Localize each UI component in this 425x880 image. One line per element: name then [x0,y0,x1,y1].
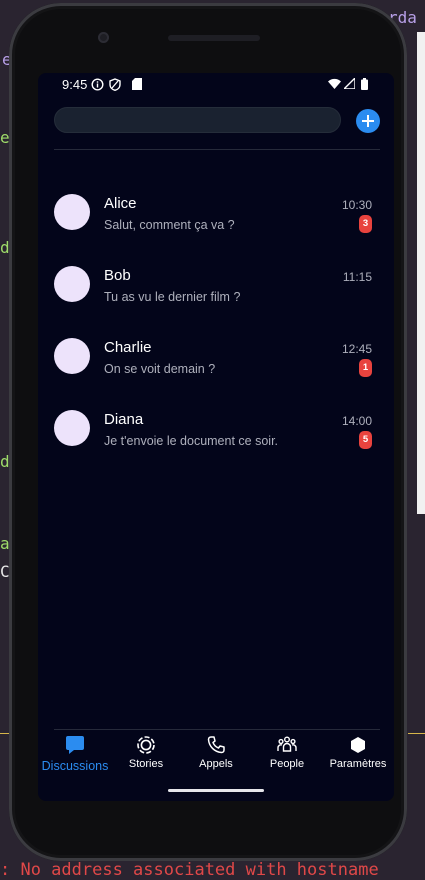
unread-badge: 1 [359,359,372,377]
unread-badge: 5 [359,431,372,449]
conversation-item-alice[interactable]: Alice Salut, comment ça va ? 10:30 3 [38,194,394,254]
conversation-item-diana[interactable]: Diana Je t'envoie le document ce soir. 1… [38,410,394,470]
wifi-icon [328,78,341,89]
tab-parametres[interactable]: Paramètres [326,735,390,770]
avatar [54,194,90,230]
conversation-item-charlie[interactable]: Charlie On se voit demain ? 12:45 1 [38,338,394,398]
tab-label: Appels [199,758,233,770]
contact-name: Diana [104,411,144,428]
status-bar: 9:45 [38,73,394,95]
tab-label: Stories [128,758,164,770]
header-divider [54,149,380,150]
phone-icon [207,736,225,754]
background-panel [417,32,425,514]
avatar [54,338,90,374]
background-divider [408,733,425,734]
last-message: Je t'envoie le document ce soir. [104,434,279,448]
hexagon-icon [351,737,365,753]
add-icon[interactable] [356,109,380,133]
avatar [54,410,90,446]
phone-frame: 9:45 Alice Salut, comment ça va ? 10:30 … [9,3,407,861]
avatar [54,266,90,302]
sim-card-icon [132,78,142,90]
conversation-item-bob[interactable]: Bob Tu as vu le dernier film ? 11:15 [38,266,394,326]
contact-name: Bob [104,267,131,284]
tab-stories[interactable]: Stories [117,735,175,770]
message-time: 11:15 [342,270,372,284]
unread-badge: 3 [359,215,372,233]
chat-bubble-icon [66,736,84,754]
tab-people[interactable]: People [259,735,315,770]
front-camera [98,32,109,43]
tab-label: Discussions [41,759,109,773]
last-message: On se voit demain ? [104,362,216,376]
status-time: 9:45 [62,77,88,92]
home-indicator[interactable] [168,789,264,792]
message-time: 10:30 [341,198,372,212]
background-error-text: : No address associated with hostname [0,860,379,880]
contact-name: Charlie [104,339,152,356]
tab-appels[interactable]: Appels [188,735,244,770]
app-screen: 9:45 Alice Salut, comment ça va ? 10:30 … [38,73,394,801]
last-message: Salut, comment ça va ? [104,218,235,232]
shield-icon [109,78,121,91]
contact-name: Alice [104,195,137,212]
earpiece-speaker [168,35,260,41]
battery-icon [361,78,368,90]
tab-label: Paramètres [329,758,387,770]
message-time: 14:00 [341,414,372,428]
tab-discussions[interactable]: Discussions [38,735,112,773]
info-icon [91,78,104,91]
search-input[interactable] [54,107,341,133]
last-message: Tu as vu le dernier film ? [104,290,241,304]
signal-icon [344,78,355,89]
people-icon [277,736,297,752]
tab-label: People [269,758,305,770]
nav-divider [54,729,380,730]
stories-icon [137,736,155,754]
message-time: 12:45 [341,342,372,356]
